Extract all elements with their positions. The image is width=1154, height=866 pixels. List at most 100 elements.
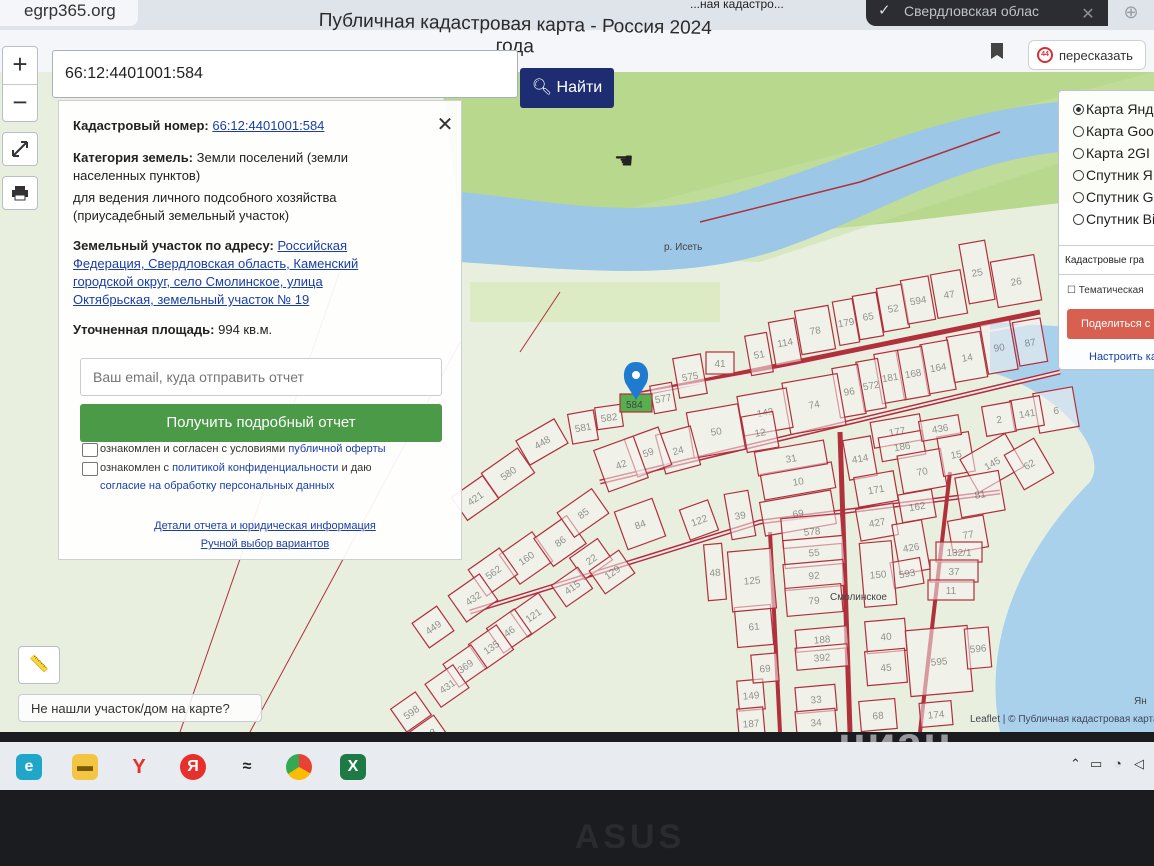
layers-panel: Карта Янд Карта Goo Карта 2GI Спутник Я Спут… [1058,90,1154,370]
volume-icon: ◁ [1134,756,1144,771]
parcel-number: 79 [808,595,820,607]
radio-icon [1073,104,1084,115]
land-parcel[interactable]: 132/1 [935,541,983,563]
thematic-label: Тематическая [1078,285,1144,296]
radio-icon [1073,148,1084,159]
land-parcel[interactable]: 575 [672,353,708,399]
village-label: Смолинское [830,592,887,603]
parcel-number: 40 [880,631,892,643]
address-label: Земельный участок по адресу: [73,238,274,253]
land-parcel[interactable]: 26 [989,253,1043,309]
selected-parcel-label: 584 [626,400,643,411]
thematic-toggle[interactable]: ☐ Тематическая [1067,285,1144,296]
land-parcel[interactable]: 12 [740,410,780,454]
zoom-out-button[interactable]: − [3,85,37,122]
land-parcel[interactable]: 125 [726,547,778,613]
search-button[interactable]: 🔍︎ Найти [520,68,614,108]
yandex-mark: Ян [1134,696,1147,707]
excel-icon[interactable]: X [340,754,366,780]
parcel-number: 45 [880,662,892,674]
tray-chevron-icon[interactable]: ⌃ [1070,756,1081,772]
land-parcel[interactable]: 162 [897,488,937,524]
close-icon[interactable]: ✕ [1074,4,1102,24]
land-parcel[interactable]: 187 [736,706,766,732]
tab-egrp365[interactable]: egrp365.org [0,0,138,26]
print-icon [12,186,28,201]
layer-option[interactable]: Карта Goo [1073,123,1154,139]
land-parcel[interactable]: 81 [954,469,1006,519]
river-label: р. Исеть [664,242,702,253]
details-link[interactable]: Детали отчета и юридическая информация [120,520,410,532]
layer-option[interactable]: Карта Янд [1073,101,1153,117]
land-parcel[interactable]: 69 [750,652,780,684]
category-row: Категория земель: Земли поселений (земли… [73,149,383,185]
cad-number-link[interactable]: 66:12:4401001:584 [212,118,324,133]
layer-option[interactable]: Спутник Bi [1073,211,1154,227]
chrome-icon[interactable] [286,754,312,780]
land-parcel[interactable]: 427 [854,502,900,542]
get-report-button[interactable]: Получить подробный отчет [80,404,442,442]
land-parcel[interactable]: 37 [929,559,979,583]
email-field[interactable] [80,358,442,396]
radio-icon [1073,214,1084,225]
land-parcel[interactable]: 596 [963,626,993,670]
layer-option[interactable]: Карта 2GI [1073,145,1150,161]
privacy-link[interactable]: политикой конфиденциальности [172,462,338,474]
tab-label: Свердловская облас [904,3,1040,19]
retell-button[interactable]: 44 пересказать [1028,40,1146,70]
print-button[interactable] [2,176,38,210]
bookmark-icon[interactable] [990,42,1006,60]
parcel-number: 149 [742,690,760,702]
cadastral-search-input[interactable] [52,50,518,98]
land-parcel[interactable]: 78 [793,304,837,356]
folder-icon[interactable]: ▬ [72,754,98,780]
fullscreen-icon [12,141,28,157]
land-parcel[interactable]: 2 [980,400,1018,438]
offer-link[interactable]: публичной оферты [288,443,385,455]
land-parcel[interactable]: 171 [853,470,899,508]
land-parcel[interactable]: 582 [593,403,625,431]
cadastral-layer-select[interactable]: Кадастровые гра [1059,245,1154,275]
configure-map-link[interactable]: Настроить ка [1089,351,1154,363]
yandex-browser-icon[interactable]: Y [126,754,152,780]
land-parcel[interactable]: 149 [736,678,766,712]
zoom-control: + − [2,46,38,122]
yandex-icon[interactable]: Я [180,754,206,780]
area-value: 994 кв.м. [218,322,273,337]
land-parcel[interactable]: 45 [863,647,909,687]
land-parcel[interactable]: 577 [649,381,677,415]
edge-icon[interactable]: e [16,754,42,780]
land-parcel[interactable]: 581 [566,409,600,445]
fullscreen-button[interactable] [2,132,38,166]
layer-option[interactable]: Спутник G [1073,189,1154,205]
layer-option-label: Карта 2GI [1086,145,1150,161]
personal-data-link[interactable]: согласие на обработку персональных данны… [100,480,334,492]
new-tab-plus-icon[interactable]: ⊕ [1118,2,1144,24]
close-panel-icon[interactable]: ✕ [434,114,456,136]
ruler-button[interactable]: 📏 [18,646,60,684]
layer-option-label: Спутник Я [1086,167,1153,183]
land-parcel[interactable]: 392 [794,643,850,671]
not-found-button[interactable]: Не нашли участок/дом на карте? [18,694,262,722]
area-label: Уточненная площадь: [73,322,215,337]
app-icon[interactable]: ≈ [234,754,260,780]
parcel-number: 37 [948,567,960,578]
land-parcel[interactable]: 11 [927,579,975,601]
land-parcel[interactable]: 595 [904,624,974,698]
tab-sverdlovsk[interactable]: ✓ Свердловская облас [866,0,1108,26]
tab-cadastral[interactable]: ...ная кадастро... [690,0,860,12]
layer-option[interactable]: Спутник Я [1073,167,1153,183]
radio-icon [1073,126,1084,137]
land-parcel[interactable]: 41 [705,351,735,375]
retell-label: пересказать [1059,48,1133,63]
zoom-in-button[interactable]: + [3,47,37,85]
parcel-number: 48 [709,567,721,579]
share-button[interactable]: Поделиться с [1067,309,1154,339]
land-parcel[interactable]: 414 [842,435,878,481]
manual-select-link[interactable]: Ручной выбор вариантов [120,538,410,550]
land-parcel[interactable]: 34 [794,707,838,732]
parcel-number: 55 [808,547,820,559]
layer-option-label: Карта Goo [1086,123,1154,139]
offer-checkbox[interactable] [82,443,98,457]
privacy-checkbox[interactable] [82,462,98,476]
